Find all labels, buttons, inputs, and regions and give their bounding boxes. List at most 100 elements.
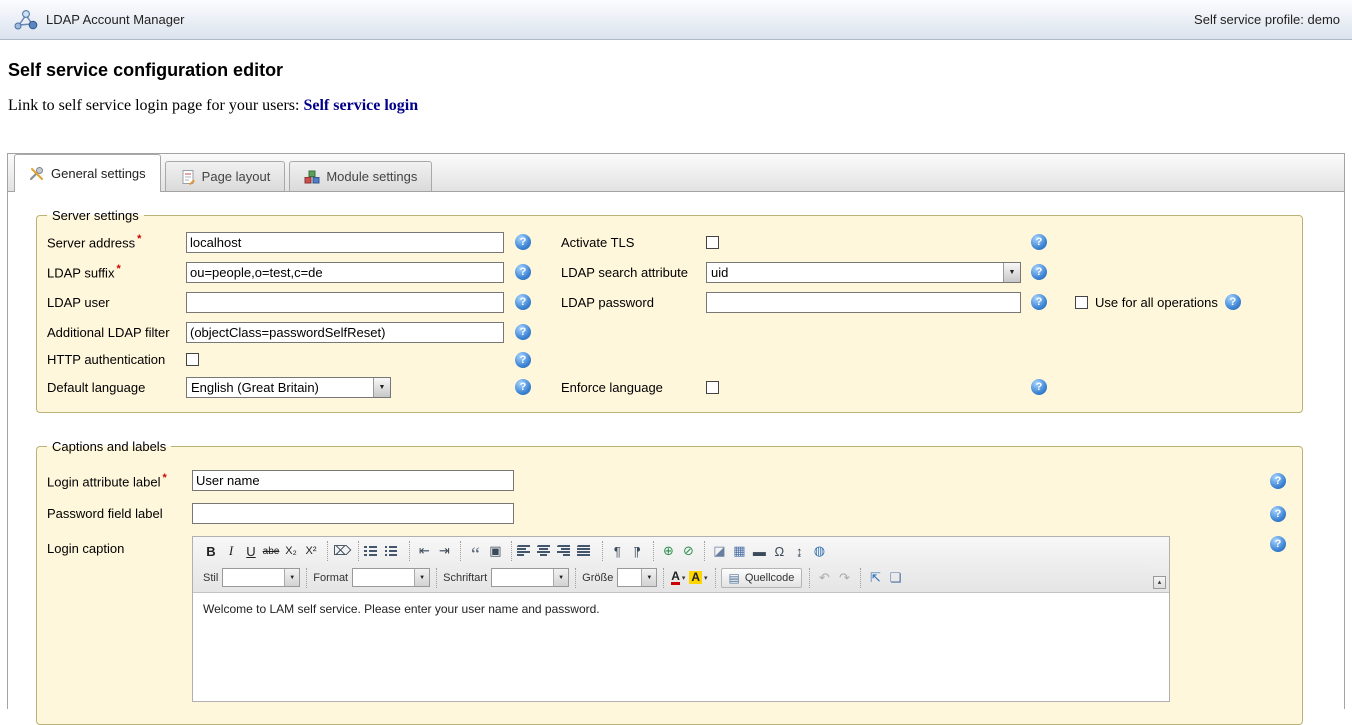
default-language-select[interactable]: English (Great Britain) ▼ — [186, 377, 391, 398]
help-icon[interactable]: ? — [1031, 234, 1047, 250]
outdent-icon[interactable]: ⇤ — [415, 542, 433, 560]
help-icon[interactable]: ? — [1031, 379, 1047, 395]
login-link-text: Link to self service login page for your… — [8, 97, 299, 114]
settings-tabbox: General settings Page layout — [7, 153, 1345, 709]
self-service-login-link[interactable]: Self service login — [303, 97, 418, 114]
align-justify-icon[interactable] — [577, 545, 595, 557]
activate-tls-label: Activate TLS — [561, 235, 706, 250]
horizontal-rule-icon[interactable]: ▬ — [750, 542, 768, 560]
toolbar-collapse-button[interactable]: ▴ — [1153, 576, 1166, 589]
help-icon[interactable]: ? — [1031, 264, 1047, 280]
ldap-search-attribute-label: LDAP search attribute — [561, 265, 706, 280]
direction-rtl-icon[interactable]: ¶ — [628, 542, 646, 560]
profile-indicator: Self service profile: demo — [1194, 12, 1340, 27]
server-settings-legend: Server settings — [47, 208, 144, 223]
numbered-list-icon[interactable] — [364, 545, 382, 557]
additional-ldap-filter-input[interactable] — [186, 322, 504, 343]
wrench-icon — [29, 166, 45, 182]
format-select[interactable]: ▼ — [352, 568, 430, 587]
align-right-icon[interactable] — [557, 545, 575, 557]
iframe-icon[interactable]: ◍ — [810, 542, 828, 560]
help-icon[interactable]: ? — [515, 234, 531, 250]
style-select[interactable]: ▼ — [222, 568, 300, 587]
text-color-button[interactable]: A▾ — [669, 569, 687, 587]
size-select[interactable]: ▼ — [617, 568, 657, 587]
password-field-input[interactable] — [192, 503, 514, 524]
help-icon[interactable]: ? — [1031, 294, 1047, 310]
help-icon[interactable]: ? — [515, 324, 531, 340]
indent-icon[interactable]: ⇥ — [435, 542, 453, 560]
help-icon[interactable]: ? — [515, 294, 531, 310]
superscript-icon[interactable]: X² — [302, 542, 320, 560]
blockquote-icon[interactable]: “ — [466, 542, 484, 560]
help-icon[interactable]: ? — [1225, 294, 1241, 310]
redo-icon[interactable]: ↷ — [835, 569, 853, 587]
toolbar-group: “▣ — [460, 541, 509, 561]
http-authentication-checkbox[interactable] — [186, 353, 199, 366]
activate-tls-checkbox[interactable] — [706, 236, 719, 249]
link-icon[interactable]: ⊕ — [659, 542, 677, 560]
show-blocks-icon[interactable]: ❏ — [886, 569, 904, 587]
password-field-label-row: Password field label ? — [47, 503, 1302, 524]
undo-icon[interactable]: ↶ — [815, 569, 833, 587]
help-icon[interactable]: ? — [515, 264, 531, 280]
bulleted-list-icon[interactable] — [384, 545, 402, 557]
login-caption-text: Welcome to LAM self service. Please ente… — [203, 602, 600, 616]
ldap-password-input[interactable] — [706, 292, 1021, 313]
help-icon[interactable]: ? — [1270, 473, 1286, 489]
toolbar-group: ◪▦▬Ω↨◍ — [704, 541, 833, 561]
underline-icon[interactable]: U — [242, 542, 260, 560]
ldap-suffix-input[interactable] — [186, 262, 504, 283]
div-container-icon[interactable]: ▣ — [486, 542, 504, 560]
ldap-suffix-label: LDAP suffix* — [47, 263, 186, 280]
source-button[interactable]: ▤Quellcode — [721, 568, 803, 588]
bold-icon[interactable]: B — [202, 542, 220, 560]
text-color-icon: A — [671, 571, 680, 585]
maximize-icon[interactable]: ⇱ — [866, 569, 884, 587]
login-caption-editor: BIUabeX₂X²⌦⇤⇥“▣¶¶⊕⊘◪▦▬Ω↨◍ Stil ▼ Format … — [192, 536, 1170, 702]
tab-general-settings[interactable]: General settings — [14, 154, 161, 192]
subscript-icon[interactable]: X₂ — [282, 542, 300, 560]
ldap-password-label: LDAP password — [561, 295, 706, 310]
header-bar: LDAP Account Manager Self service profil… — [0, 0, 1352, 40]
toolbar-group: BIUabeX₂X² — [197, 541, 325, 561]
style-select-label: Stil — [203, 572, 218, 584]
default-language-row: Default language English (Great Britain)… — [47, 372, 1302, 402]
page-break-icon[interactable]: ↨ — [790, 542, 808, 560]
use-for-all-operations-checkbox[interactable] — [1075, 296, 1088, 309]
remove-format-icon[interactable]: ⌦ — [333, 542, 351, 560]
unlink-icon[interactable]: ⊘ — [679, 542, 697, 560]
modules-icon — [304, 169, 320, 185]
chevron-down-icon: ▼ — [1003, 263, 1020, 282]
ldap-suffix-row: LDAP suffix* ? LDAP search attribute uid… — [47, 257, 1302, 287]
special-char-icon[interactable]: Ω — [770, 542, 788, 560]
table-icon[interactable]: ▦ — [730, 542, 748, 560]
login-attribute-input[interactable] — [192, 470, 514, 491]
ldap-user-row: LDAP user ? LDAP password ? Use for all … — [47, 287, 1302, 317]
ldap-user-input[interactable] — [186, 292, 504, 313]
general-settings-panel: Server settings Server address* ? Activa… — [8, 192, 1344, 725]
editor-toolbar-row1: BIUabeX₂X²⌦⇤⇥“▣¶¶⊕⊘◪▦▬Ω↨◍ — [195, 538, 1151, 564]
image-icon[interactable]: ◪ — [710, 542, 728, 560]
ldap-search-attribute-select[interactable]: uid ▼ — [706, 262, 1021, 283]
server-address-input[interactable] — [186, 232, 504, 253]
help-icon[interactable]: ? — [515, 352, 531, 368]
direction-ltr-icon[interactable]: ¶ — [608, 542, 626, 560]
bg-color-icon: A — [689, 571, 702, 584]
bg-color-button[interactable]: A▾ — [689, 569, 707, 587]
toolbar-group: ⊕⊘ — [653, 541, 702, 561]
help-icon[interactable]: ? — [515, 379, 531, 395]
help-icon[interactable]: ? — [1270, 506, 1286, 522]
captions-legend: Captions and labels — [47, 439, 171, 454]
enforce-language-checkbox[interactable] — [706, 381, 719, 394]
help-icon[interactable]: ? — [1270, 536, 1286, 552]
font-select[interactable]: ▼ — [491, 568, 569, 587]
tab-module-settings[interactable]: Module settings — [289, 161, 432, 191]
editor-toolbar-row2: Stil ▼ Format ▼ Schriftart ▼ — [195, 564, 1151, 590]
italic-icon[interactable]: I — [222, 542, 240, 560]
align-left-icon[interactable] — [517, 545, 535, 557]
editor-content[interactable]: Welcome to LAM self service. Please ente… — [193, 593, 1169, 701]
align-center-icon[interactable] — [537, 545, 555, 557]
strikethrough-icon[interactable]: abe — [262, 542, 280, 560]
tab-page-layout[interactable]: Page layout — [165, 161, 286, 191]
